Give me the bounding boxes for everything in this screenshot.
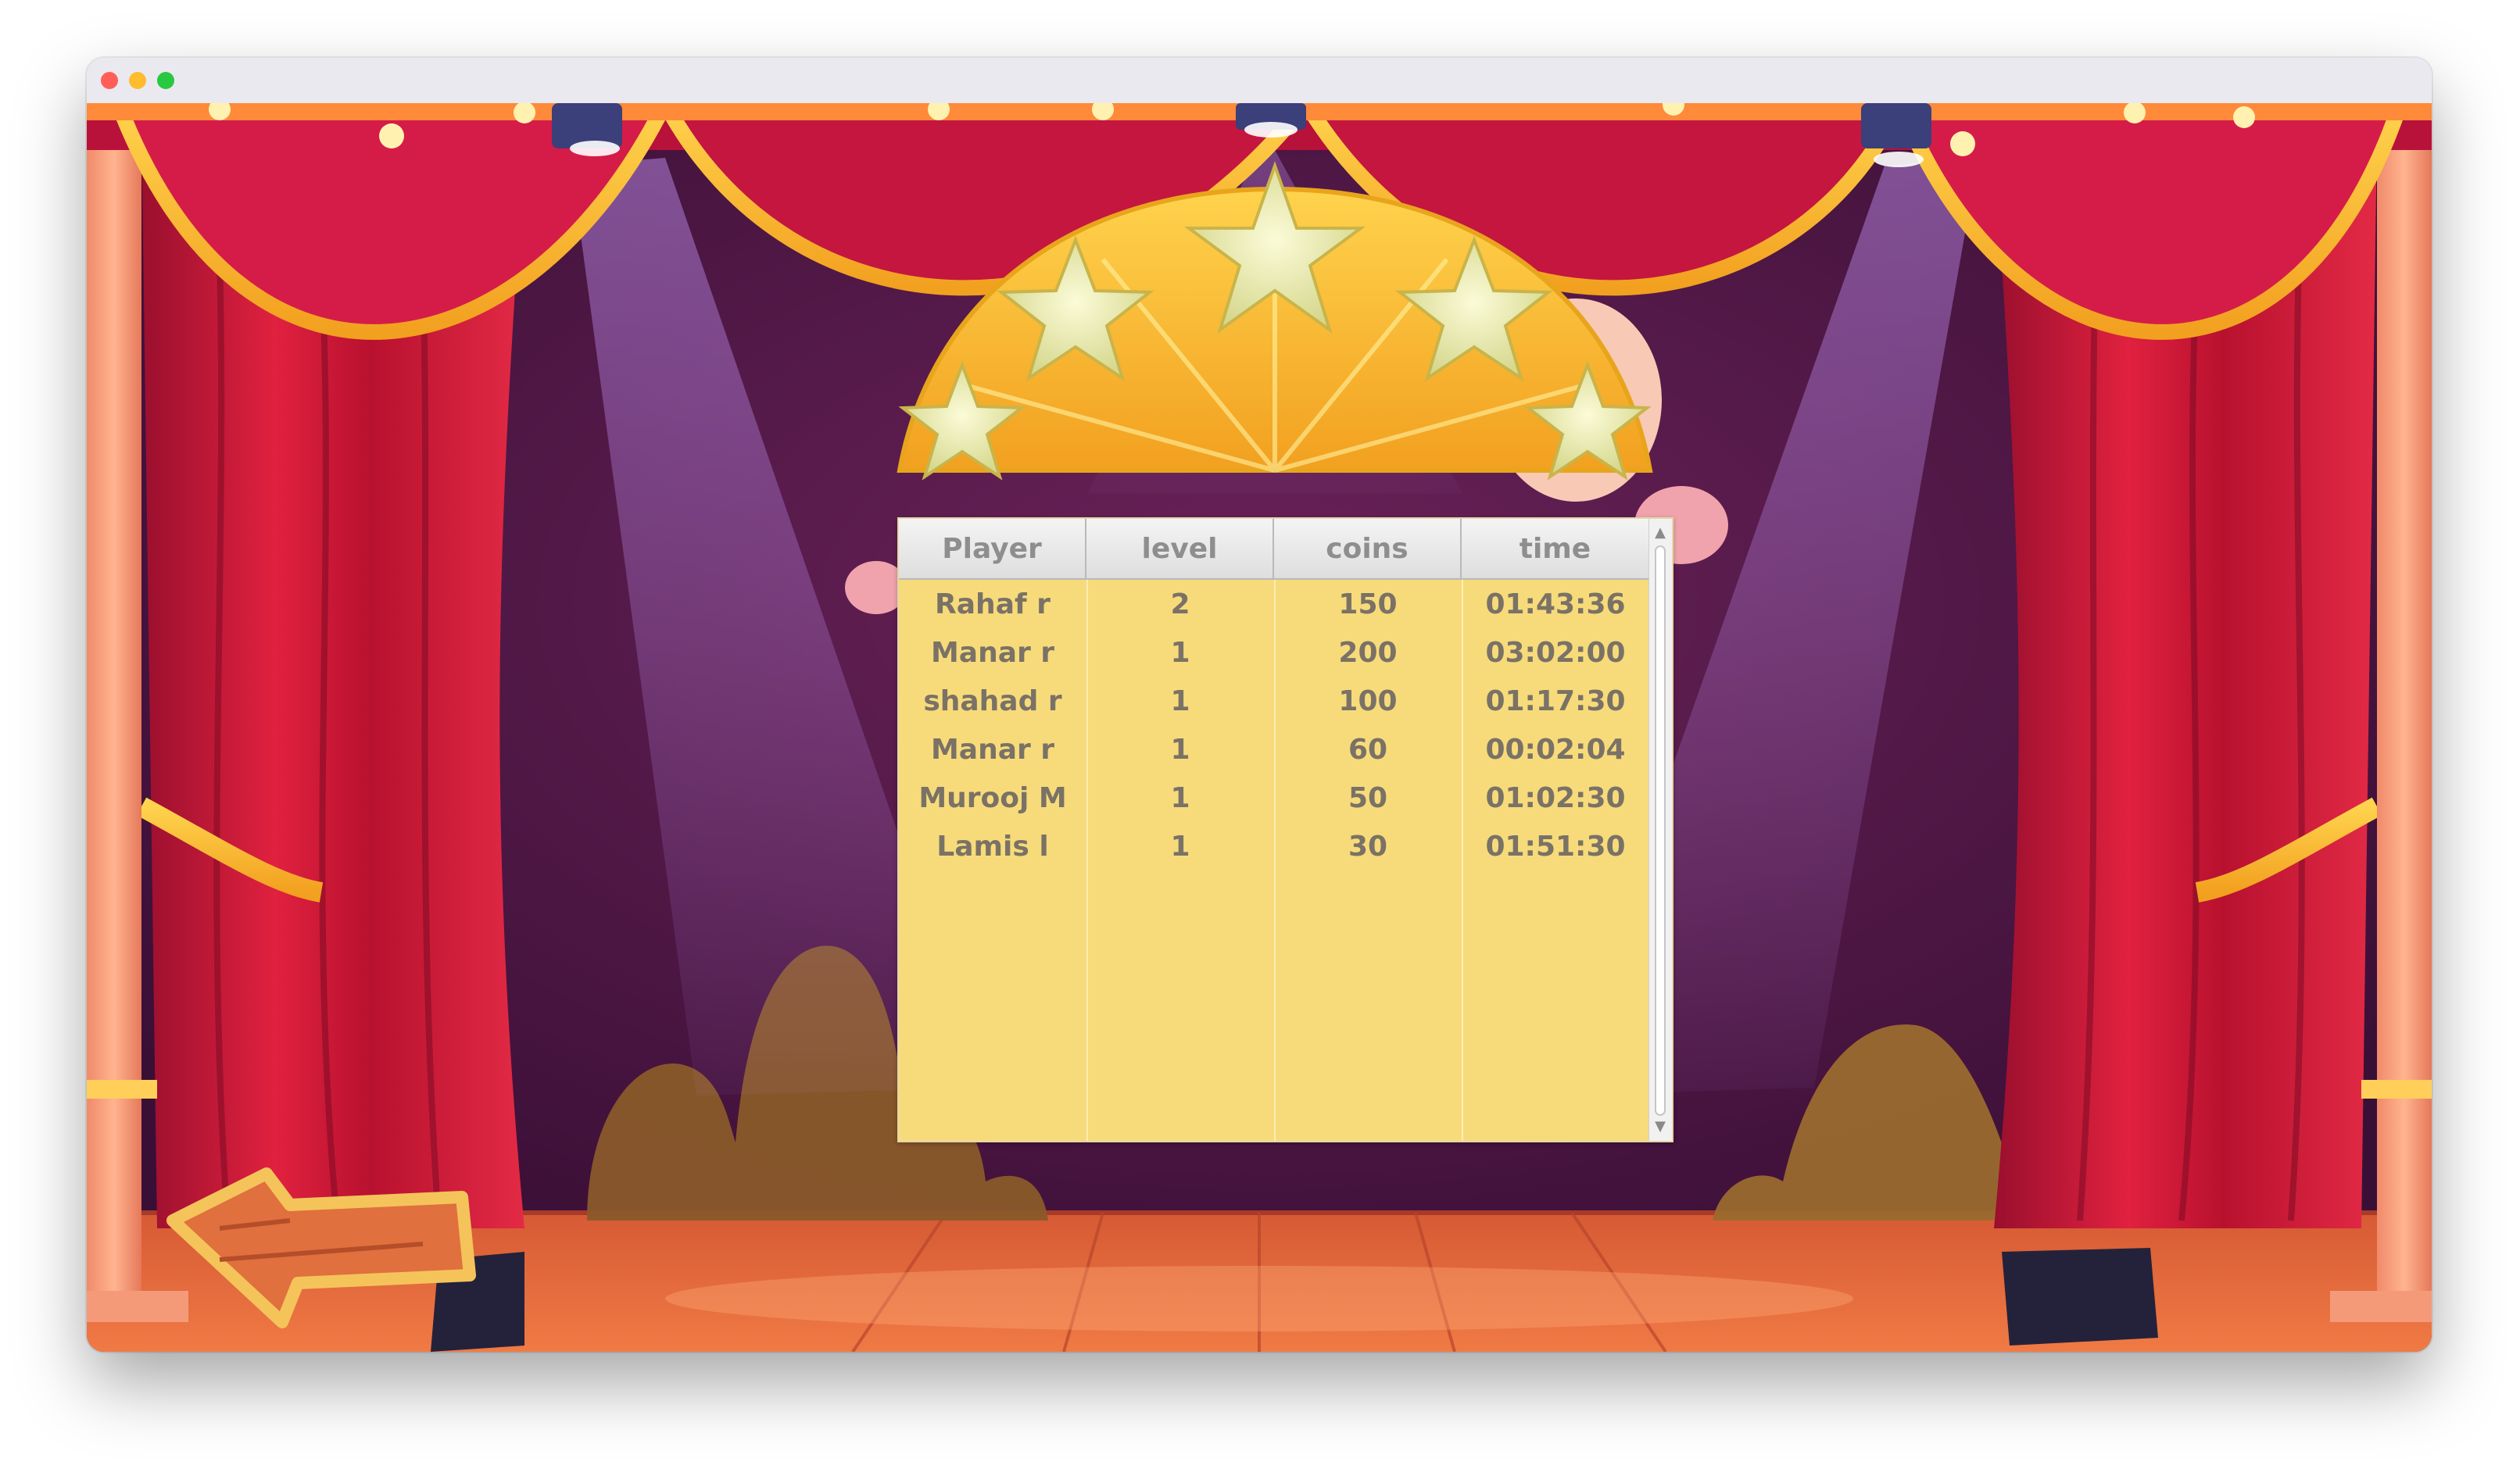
browser-window: Player level coins time Rahaf r 2 150 01… [87, 58, 2432, 1352]
cell-level: 2 [1170, 588, 1190, 620]
cell-time: 00:02:04 [1485, 733, 1626, 766]
cell-coins: 100 [1338, 684, 1398, 717]
cell-player: Rahaf r [935, 588, 1051, 620]
close-window-button[interactable] [101, 72, 118, 89]
table-row[interactable]: Rahaf r 2 150 01:43:36 [899, 580, 1649, 628]
scroll-thumb[interactable] [1655, 545, 1666, 1116]
table-row[interactable]: Murooj M 1 50 01:02:30 [899, 774, 1649, 822]
table-row[interactable]: Manar r 1 60 00:02:04 [899, 725, 1649, 774]
cell-coins: 60 [1348, 733, 1388, 766]
table-header-row: Player level coins time [899, 519, 1649, 580]
cell-player: shahad r [923, 684, 1062, 717]
column-header-level[interactable]: level [1086, 519, 1274, 580]
cell-player: Lamis l [936, 830, 1049, 863]
cell-level: 1 [1170, 684, 1190, 717]
scroll-down-arrow-icon[interactable]: ▼ [1649, 1116, 1671, 1138]
vertical-scrollbar[interactable]: ▲ ▼ [1648, 519, 1672, 1141]
cell-level: 1 [1170, 636, 1190, 669]
leaderboard-table[interactable]: Player level coins time Rahaf r 2 150 01… [897, 517, 1673, 1142]
cell-time: 03:02:00 [1485, 636, 1626, 669]
window-titlebar [87, 58, 2432, 104]
cell-time: 01:51:30 [1485, 830, 1626, 863]
cell-level: 1 [1170, 830, 1190, 863]
column-header-coins[interactable]: coins [1274, 519, 1462, 580]
cell-level: 1 [1170, 733, 1190, 766]
cell-time: 01:43:36 [1485, 588, 1626, 620]
cell-player: Manar r [930, 636, 1055, 669]
table-body: Rahaf r 2 150 01:43:36 Manar r 1 200 03:… [899, 580, 1649, 870]
cell-player: Murooj M [918, 781, 1067, 814]
cell-coins: 150 [1338, 588, 1398, 620]
cell-time: 01:17:30 [1485, 684, 1626, 717]
cell-coins: 30 [1348, 830, 1388, 863]
table-row[interactable]: shahad r 1 100 01:17:30 [899, 677, 1649, 725]
scroll-up-arrow-icon[interactable]: ▲ [1649, 522, 1671, 544]
theater-stage-scene: Player level coins time Rahaf r 2 150 01… [87, 103, 2432, 1352]
cell-player: Manar r [930, 733, 1055, 766]
cell-coins: 50 [1348, 781, 1388, 814]
cell-time: 01:02:30 [1485, 781, 1626, 814]
column-header-player[interactable]: Player [899, 519, 1086, 580]
zoom-window-button[interactable] [157, 72, 174, 89]
cell-coins: 200 [1338, 636, 1398, 669]
cell-level: 1 [1170, 781, 1190, 814]
table-row[interactable]: Lamis l 1 30 01:51:30 [899, 822, 1649, 870]
minimize-window-button[interactable] [129, 72, 146, 89]
table-row[interactable]: Manar r 1 200 03:02:00 [899, 628, 1649, 677]
column-header-time[interactable]: time [1462, 519, 1649, 580]
